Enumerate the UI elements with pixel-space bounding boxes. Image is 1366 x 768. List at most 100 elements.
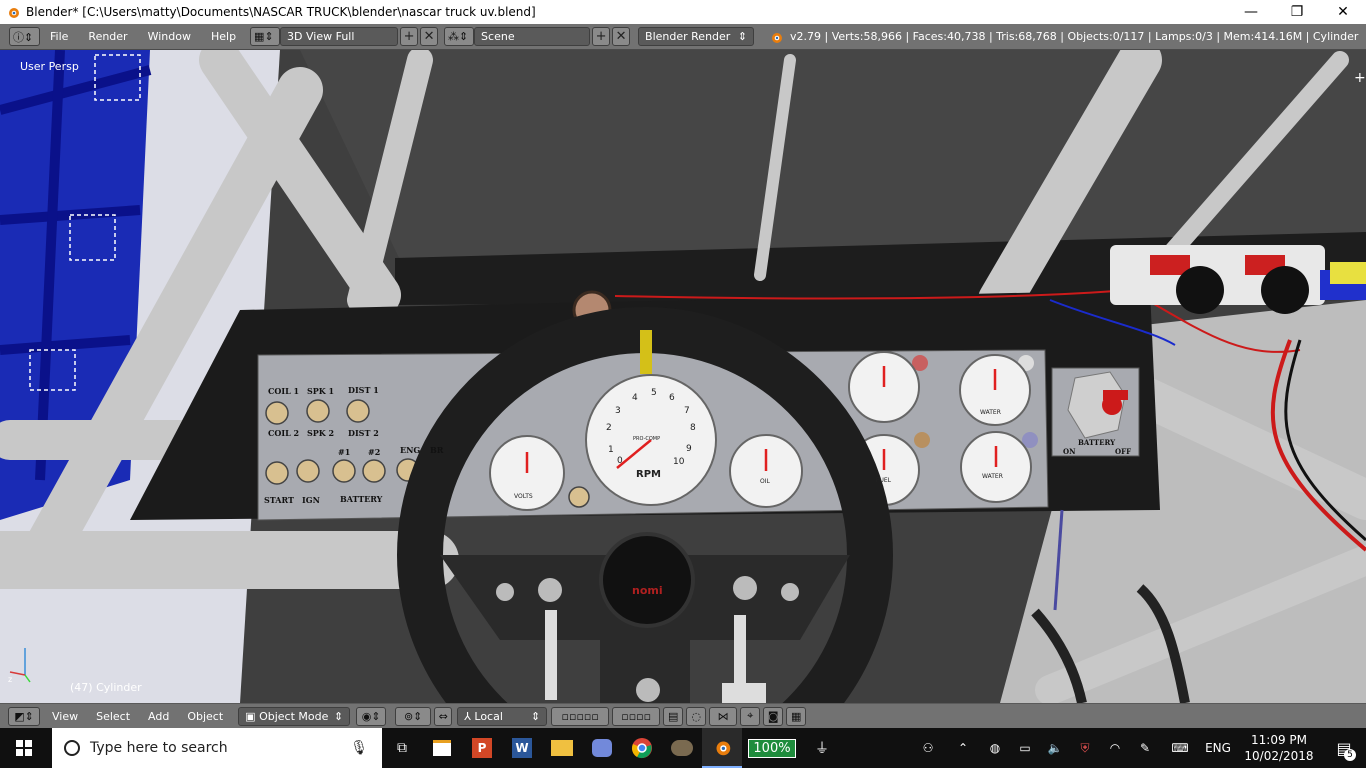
people-icon[interactable]: ⚇ — [910, 741, 946, 755]
svg-text:ENG: ENG — [400, 445, 420, 455]
notifications-button[interactable]: ▤ 5 — [1322, 739, 1366, 761]
3d-view-header: ◩⇕ View Select Add Object ▣ Object Mode ⇕… — [0, 703, 1366, 728]
menu-render[interactable]: Render — [78, 30, 137, 43]
screen-layout-icon[interactable]: ▦⇕ — [250, 27, 281, 46]
system-tray: ⚇ ⌃ ◍ ▭ 🔈 ⛨ ◠ ✎ ⌨ ENG 11:09 PM 10/02/201… — [910, 728, 1366, 768]
layers-grid[interactable]: ▫▫▫▫▫ — [551, 706, 610, 726]
window-titlebar: Blender* [C:\Users\matty\Documents\NASCA… — [0, 0, 1366, 24]
window-title: Blender* [C:\Users\matty\Documents\NASCA… — [26, 5, 536, 19]
battery-icon[interactable]: ▭ — [1010, 741, 1040, 755]
view-name-label: User Persp — [20, 60, 79, 73]
menu-select[interactable]: Select — [87, 710, 139, 723]
wifi-icon[interactable]: ◠ — [1100, 741, 1130, 755]
pivot-point-select[interactable]: ⊚⇕ — [395, 706, 432, 726]
layers-grid-2[interactable]: ▫▫▫▫ — [612, 706, 661, 726]
close-button[interactable]: ✕ — [1320, 0, 1366, 24]
scene-icon[interactable]: ⁂⇕ — [444, 27, 475, 46]
discord-icon[interactable] — [582, 728, 622, 768]
clock[interactable]: 11:09 PM 10/02/2018 — [1236, 732, 1322, 764]
add-scene-button[interactable]: + — [592, 27, 611, 46]
svg-text:1: 1 — [608, 445, 614, 455]
power-plug-icon[interactable]: ⏚ — [802, 728, 842, 768]
gimp-icon[interactable] — [662, 728, 702, 768]
svg-text:ON: ON — [1063, 447, 1076, 456]
task-view-icon[interactable]: ⧉ — [382, 728, 422, 768]
add-layout-button[interactable]: + — [400, 27, 419, 46]
svg-text:6: 6 — [669, 393, 675, 403]
pen-icon[interactable]: ✎ — [1130, 741, 1160, 755]
svg-text:nomi: nomi — [632, 584, 663, 597]
remove-scene-button[interactable]: ✕ — [612, 27, 631, 46]
info-header: ⓘ⇕ File Render Window Help ▦⇕ 3D View Fu… — [0, 24, 1366, 50]
keyboard-icon[interactable]: ⌨ — [1160, 741, 1200, 755]
microphone-icon[interactable]: 🎙 — [350, 740, 368, 756]
language-indicator[interactable]: ENG — [1200, 741, 1236, 755]
svg-text:10: 10 — [673, 457, 685, 467]
shield-icon[interactable]: ⛨ — [1070, 741, 1100, 756]
word-icon[interactable]: W — [502, 728, 542, 768]
menu-add[interactable]: Add — [139, 710, 178, 723]
lock-camera-icon[interactable]: ▤ — [663, 706, 684, 726]
svg-text:7: 7 — [684, 406, 690, 416]
taskbar-search-input[interactable]: Type here to search 🎙 — [52, 728, 382, 768]
object-mode-select[interactable]: ▣ Object Mode ⇕ — [238, 706, 351, 726]
menu-window[interactable]: Window — [138, 30, 201, 43]
store-icon[interactable] — [422, 728, 462, 768]
svg-text:COIL 2: COIL 2 — [268, 428, 299, 438]
chevron-up-icon[interactable]: ⌃ — [946, 741, 980, 755]
remove-layout-button[interactable]: ✕ — [420, 27, 439, 46]
scene-stats: v2.79 | Verts:58,966 | Faces:40,738 | Tr… — [790, 30, 1359, 43]
toolshelf-expand-icon[interactable]: + — [1354, 70, 1366, 86]
svg-text:#1: #1 — [338, 447, 350, 457]
menu-view[interactable]: View — [43, 710, 87, 723]
3d-viewport[interactable]: COIL 1 SPK 1 DIST 1 COIL 2 SPK 2 DIST 2 … — [0, 50, 1366, 703]
powerpoint-icon[interactable]: P — [462, 728, 502, 768]
svg-text:FUEL: FUEL — [876, 477, 892, 484]
zoom-indicator[interactable]: 100% — [742, 728, 802, 768]
menu-help[interactable]: Help — [201, 30, 246, 43]
svg-text:COIL 1: COIL 1 — [268, 386, 299, 396]
screen-layout-field[interactable]: 3D View Full — [280, 27, 399, 46]
menu-object[interactable]: Object — [178, 710, 232, 723]
file-explorer-icon[interactable] — [542, 728, 582, 768]
blender-logo-icon — [9, 8, 19, 18]
svg-text:SPK 1: SPK 1 — [307, 386, 334, 396]
svg-text:BR: BR — [430, 445, 444, 455]
render-animation-icon[interactable]: ▦ — [786, 706, 807, 726]
editor-type-3d-button[interactable]: ◩⇕ — [8, 706, 40, 726]
snap-icon[interactable]: ⌖ — [740, 706, 761, 726]
steam-icon[interactable]: ◍ — [980, 741, 1010, 755]
svg-text:0: 0 — [617, 456, 623, 466]
render-still-icon[interactable]: ◙ — [763, 706, 784, 726]
menu-file[interactable]: File — [40, 30, 78, 43]
clock-time: 11:09 PM — [1251, 733, 1307, 747]
snap-target-icon[interactable]: ⋈ — [709, 706, 738, 726]
transform-orientation-select[interactable]: ⅄ Local ⇕ — [457, 706, 548, 726]
svg-text:VOLTS: VOLTS — [514, 493, 533, 500]
windows-start-icon[interactable] — [0, 728, 48, 768]
svg-text:OIL: OIL — [760, 478, 770, 485]
svg-text:3: 3 — [615, 406, 621, 416]
blender-version-icon — [772, 32, 783, 43]
windows-taskbar: Type here to search 🎙 ⧉ P W 100% ⏚ ⚇ ⌃ ◍… — [0, 728, 1366, 768]
svg-text:START: START — [264, 495, 294, 505]
manipulator-toggle[interactable]: ⇔ — [434, 706, 453, 726]
blender-taskbar-icon[interactable] — [702, 728, 742, 768]
restore-button[interactable]: ❐ — [1274, 0, 1320, 24]
svg-text:4: 4 — [632, 393, 638, 403]
volume-icon[interactable]: 🔈 — [1040, 741, 1070, 755]
scene-field[interactable]: Scene — [474, 27, 591, 46]
svg-text:PRO-COMP: PRO-COMP — [633, 436, 660, 442]
svg-text:5: 5 — [651, 388, 657, 398]
svg-text:DIST 1: DIST 1 — [348, 385, 379, 395]
clock-date: 10/02/2018 — [1244, 749, 1314, 763]
proportional-edit-icon[interactable]: ◌ — [686, 706, 707, 726]
render-engine-select[interactable]: Blender Render ⇕ — [638, 27, 755, 46]
minimize-button[interactable]: — — [1228, 0, 1274, 24]
viewport-shading-select[interactable]: ◉⇕ — [356, 706, 387, 726]
editor-type-button[interactable]: ⓘ⇕ — [9, 27, 40, 46]
chrome-icon[interactable] — [622, 728, 662, 768]
svg-text:DIST 2: DIST 2 — [348, 428, 379, 438]
notifications-count: 5 — [1344, 748, 1356, 761]
svg-text:z: z — [8, 675, 12, 684]
